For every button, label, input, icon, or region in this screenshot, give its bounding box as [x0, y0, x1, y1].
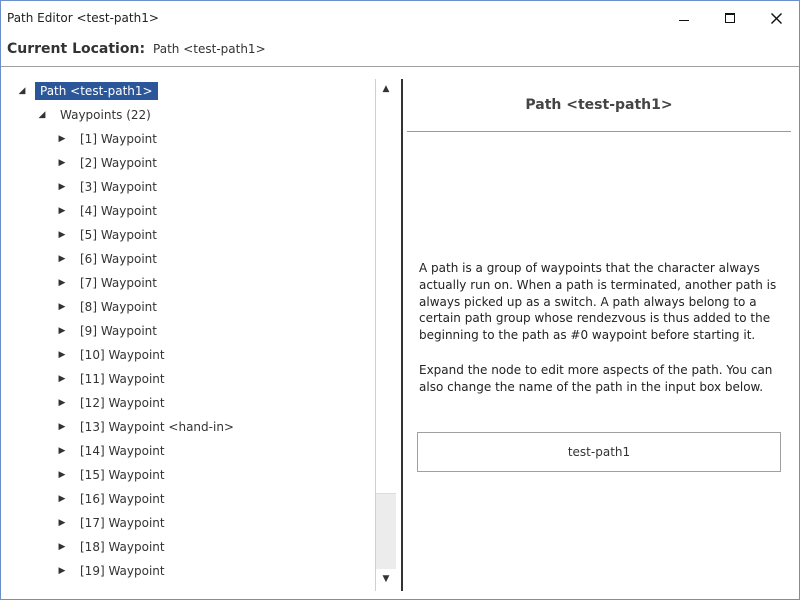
- scroll-track-area[interactable]: [376, 494, 396, 569]
- close-button[interactable]: [753, 1, 799, 35]
- collapsed-triangle-icon[interactable]: ▶: [55, 564, 69, 578]
- tree-node-label: [19] Waypoint: [80, 564, 165, 578]
- tree-node-waypoint[interactable]: ▶ [5] Waypoint: [55, 224, 162, 246]
- minimize-button[interactable]: [661, 1, 707, 35]
- tree-node-label: [7] Waypoint: [80, 276, 157, 290]
- path-editor-window: Path Editor <test-path1> Current Locatio…: [0, 0, 800, 600]
- instruction-text: Expand the node to edit more aspects of …: [419, 363, 773, 394]
- tree-node-waypoint[interactable]: ▶ [16] Waypoint: [55, 488, 170, 510]
- tree-node-label: [2] Waypoint: [80, 156, 157, 170]
- tree-node-label: [14] Waypoint: [80, 444, 165, 458]
- arrow-up-icon: ▲: [382, 84, 390, 94]
- collapsed-triangle-icon[interactable]: ▶: [55, 252, 69, 266]
- tree-node-label: [6] Waypoint: [80, 252, 157, 266]
- tree-node-label: [5] Waypoint: [80, 228, 157, 242]
- close-icon: [770, 12, 782, 24]
- tree-node-label: [15] Waypoint: [80, 468, 165, 482]
- collapsed-triangle-icon[interactable]: ▶: [55, 516, 69, 530]
- tree-node-label: [17] Waypoint: [80, 516, 165, 530]
- tree-node-waypoint[interactable]: ▶ [18] Waypoint: [55, 536, 170, 558]
- tree-node-waypoint[interactable]: ▶ [4] Waypoint: [55, 200, 162, 222]
- title-bar[interactable]: Path Editor <test-path1>: [1, 1, 799, 35]
- panel-splitter[interactable]: [401, 79, 403, 591]
- tree-node-waypoint[interactable]: ▶ [8] Waypoint: [55, 296, 162, 318]
- detail-divider: [407, 131, 791, 132]
- window-title: Path Editor <test-path1>: [7, 11, 159, 25]
- tree-node-waypoint[interactable]: ▶ [3] Waypoint: [55, 176, 162, 198]
- tree-node-waypoint[interactable]: ▶ [19] Waypoint: [55, 560, 170, 582]
- tree-node-label: [18] Waypoint: [80, 540, 165, 554]
- scroll-track[interactable]: [376, 99, 396, 569]
- minimize-icon: [679, 19, 689, 21]
- tree-node-label: [8] Waypoint: [80, 300, 157, 314]
- tree-node-label: [3] Waypoint: [80, 180, 157, 194]
- tree-node-waypoint[interactable]: ▶ [10] Waypoint: [55, 344, 170, 366]
- detail-title: Path <test-path1>: [525, 97, 673, 113]
- tree-node-waypoint[interactable]: ▶ [14] Waypoint: [55, 440, 170, 462]
- tree-node-waypoint[interactable]: ▶ [6] Waypoint: [55, 248, 162, 270]
- collapsed-triangle-icon[interactable]: ▶: [55, 420, 69, 434]
- tree-node-label: [13] Waypoint <hand-in>: [80, 420, 234, 434]
- tree-node-label: Waypoints (22): [60, 108, 151, 122]
- collapsed-triangle-icon[interactable]: ▶: [55, 300, 69, 314]
- scroll-down-button[interactable]: ▼: [376, 569, 396, 589]
- collapsed-triangle-icon[interactable]: ▶: [55, 180, 69, 194]
- collapsed-triangle-icon[interactable]: ▶: [55, 276, 69, 290]
- collapsed-triangle-icon[interactable]: ▶: [55, 492, 69, 506]
- tree-node-root[interactable]: ◢ Path <test-path1>: [15, 80, 158, 102]
- tree-node-label: Path <test-path1>: [35, 82, 158, 100]
- tree-node-waypoint[interactable]: ▶ [2] Waypoint: [55, 152, 162, 174]
- tree-node-label: [12] Waypoint: [80, 396, 165, 410]
- collapsed-triangle-icon[interactable]: ▶: [55, 468, 69, 482]
- tree-node-waypoint[interactable]: ▶ [15] Waypoint: [55, 464, 170, 486]
- collapsed-triangle-icon[interactable]: ▶: [55, 540, 69, 554]
- tree-node-label: [1] Waypoint: [80, 132, 157, 146]
- tree-node-waypoints[interactable]: ◢ Waypoints (22): [35, 104, 156, 126]
- header-divider: [1, 66, 799, 67]
- tree-scrollbar[interactable]: ▲ ▼: [375, 79, 396, 591]
- scroll-thumb[interactable]: [376, 99, 396, 494]
- expanded-triangle-icon[interactable]: ◢: [35, 108, 49, 122]
- current-location: Current Location: Path <test-path1>: [7, 41, 266, 59]
- tree-node-waypoint[interactable]: ▶ [12] Waypoint: [55, 392, 170, 414]
- collapsed-triangle-icon[interactable]: ▶: [55, 396, 69, 410]
- maximize-icon: [725, 13, 735, 23]
- collapsed-triangle-icon[interactable]: ▶: [55, 372, 69, 386]
- expanded-triangle-icon[interactable]: ◢: [15, 84, 29, 98]
- collapsed-triangle-icon[interactable]: ▶: [55, 228, 69, 242]
- arrow-down-icon: ▼: [382, 574, 390, 584]
- tree-node-label: [16] Waypoint: [80, 492, 165, 506]
- collapsed-triangle-icon[interactable]: ▶: [55, 444, 69, 458]
- tree-node-label: [9] Waypoint: [80, 324, 157, 338]
- tree-node-label: [10] Waypoint: [80, 348, 165, 362]
- description-text: A path is a group of waypoints that the …: [419, 261, 777, 343]
- collapsed-triangle-icon[interactable]: ▶: [55, 156, 69, 170]
- current-location-value: Path <test-path1>: [153, 42, 266, 56]
- path-name-input[interactable]: [417, 432, 781, 472]
- tree-node-label: [11] Waypoint: [80, 372, 165, 386]
- path-tree[interactable]: ◢ Path <test-path1> ◢ Waypoints (22) ▶ [1…: [1, 79, 397, 591]
- tree-node-label: [4] Waypoint: [80, 204, 157, 218]
- tree-node-waypoint[interactable]: ▶ [17] Waypoint: [55, 512, 170, 534]
- collapsed-triangle-icon[interactable]: ▶: [55, 204, 69, 218]
- collapsed-triangle-icon[interactable]: ▶: [55, 132, 69, 146]
- collapsed-triangle-icon[interactable]: ▶: [55, 348, 69, 362]
- collapsed-triangle-icon[interactable]: ▶: [55, 324, 69, 338]
- tree-node-waypoint[interactable]: ▶ [13] Waypoint <hand-in>: [55, 416, 239, 438]
- tree-node-waypoint[interactable]: ▶ [1] Waypoint: [55, 128, 162, 150]
- current-location-label: Current Location:: [7, 41, 146, 57]
- tree-node-waypoint[interactable]: ▶ [7] Waypoint: [55, 272, 162, 294]
- tree-node-waypoint[interactable]: ▶ [11] Waypoint: [55, 368, 170, 390]
- tree-node-waypoint[interactable]: ▶ [9] Waypoint: [55, 320, 162, 342]
- scroll-up-button[interactable]: ▲: [376, 79, 396, 99]
- maximize-button[interactable]: [707, 1, 753, 35]
